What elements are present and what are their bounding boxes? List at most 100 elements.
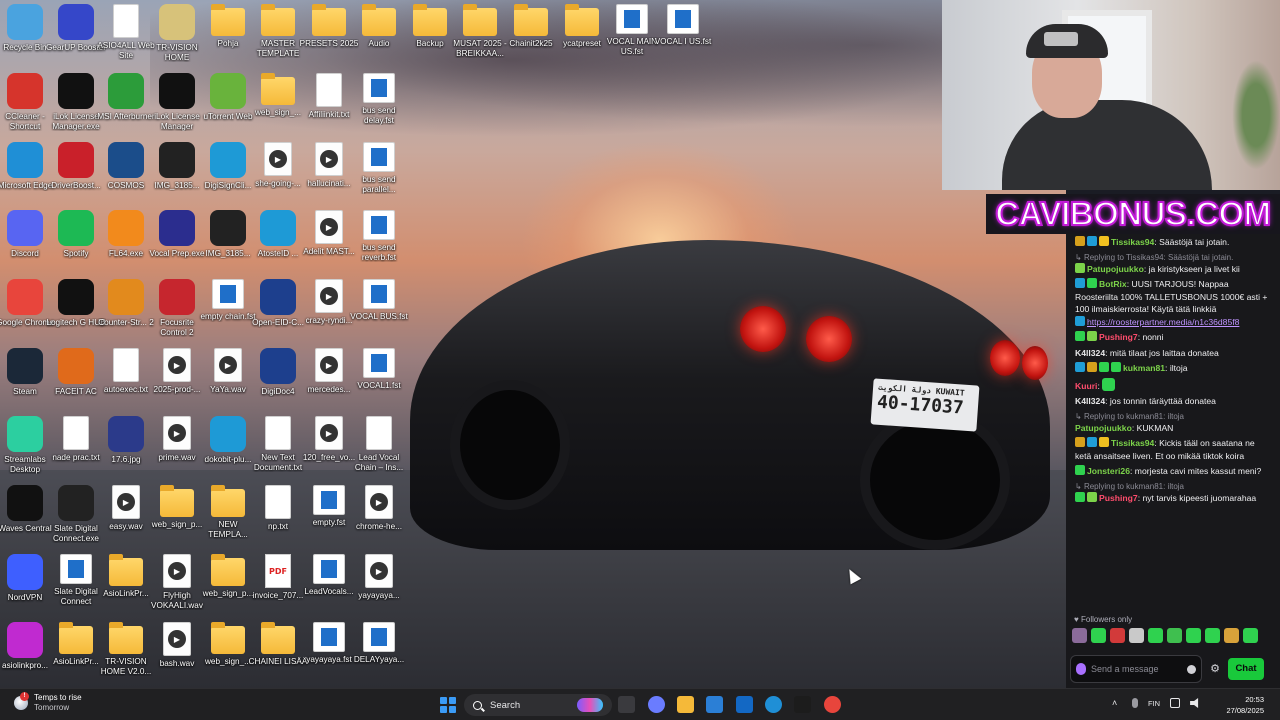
desktop-icon[interactable]: Discord [0, 210, 51, 259]
desktop-icon[interactable]: VOCAL I US.fst [655, 4, 711, 47]
desktop-icon[interactable]: dokobit-plu... [202, 416, 254, 465]
desktop-icon[interactable]: GearUP Booster [46, 4, 106, 53]
desktop-icon[interactable]: Recycle Bin [0, 4, 51, 53]
desktop-icon[interactable]: ▶ prime.wav [151, 416, 203, 463]
desktop-icon[interactable]: Logitech G HUB [46, 279, 106, 328]
emote-icon[interactable] [1129, 628, 1144, 643]
desktop-icon[interactable]: DigiDoc4 [252, 348, 304, 397]
desktop-icon[interactable]: CHAINEI LISÄÄ [249, 622, 307, 667]
desktop-icon[interactable]: ▶ chrome-he... [353, 485, 405, 532]
desktop-icon[interactable]: Lead Vocal Chain – Ins... [353, 416, 405, 472]
desktop-icon[interactable]: yayayaya.fst [303, 622, 355, 665]
desktop-icon[interactable]: ▶ 120_free_vo... [303, 416, 355, 463]
emote-icon[interactable] [1243, 628, 1258, 643]
chat-username[interactable]: BotRix [1099, 279, 1127, 289]
desktop-icon[interactable]: Affiliinkit.txt [303, 73, 355, 120]
taskbar-clock[interactable]: 20:53 27/08/2025 [1216, 694, 1264, 716]
chat-username[interactable]: Tissikas94 [1111, 438, 1154, 448]
desktop-icon[interactable]: ASIO4ALL Web Site [97, 4, 155, 60]
chat-username[interactable]: Pushing7 [1099, 332, 1138, 342]
desktop-icon[interactable]: DigiSignCli... [202, 142, 254, 191]
desktop-icon[interactable]: DELAYyaya... [353, 622, 405, 665]
tray-microphone-icon[interactable] [1132, 698, 1138, 708]
desktop-icon[interactable]: Counter-Str... 2 [98, 279, 154, 328]
emote-icon[interactable] [1205, 628, 1220, 643]
desktop-icon[interactable]: Steam [0, 348, 51, 397]
chat-message-input[interactable]: Send a message [1070, 655, 1202, 683]
desktop-icon[interactable]: Focusrite Control 2 [151, 279, 203, 337]
desktop-icon[interactable]: web_sign_p... [202, 554, 254, 599]
desktop-icon[interactable]: 17.6.jpg [100, 416, 152, 465]
desktop-icon[interactable]: Waves Central [0, 485, 52, 534]
desktop-icon[interactable]: bus send parallel... [353, 142, 405, 194]
desktop-icon[interactable]: VOCAL MAIN US.fst [606, 4, 658, 56]
tray-chevron-up-icon[interactable]: ˄ [1112, 698, 1122, 708]
desktop-icon[interactable]: VOCAL BUS.fst [350, 279, 408, 322]
desktop-icon[interactable]: Streamlabs Desktop [0, 416, 51, 474]
desktop-icon[interactable]: Vocal Prep.exe [149, 210, 205, 259]
input-language-indicator[interactable]: FIN [1148, 699, 1160, 708]
desktop-icon[interactable]: ▶ 2025-prod-... [151, 348, 203, 395]
desktop-icon[interactable]: CCleaner - Shortcut [0, 73, 51, 131]
chat-send-button[interactable]: Chat [1228, 658, 1264, 680]
chat-username[interactable]: kukman81 [1123, 363, 1165, 373]
taskbar-search-box[interactable]: Search [464, 694, 612, 716]
desktop-icon[interactable]: ▶ bash.wav [151, 622, 203, 669]
desktop-icon[interactable]: bus send reverb.fst [353, 210, 405, 262]
desktop-icon[interactable]: Audio [353, 4, 405, 49]
emote-icon[interactable] [1148, 628, 1163, 643]
emote-icon[interactable] [1186, 628, 1201, 643]
desktop-icon[interactable]: ▶ hallucinati... [303, 142, 355, 189]
desktop-icon[interactable]: asiolinkpro... [0, 622, 51, 671]
chat-username[interactable]: Tissikas94 [1111, 237, 1154, 247]
desktop-icon[interactable]: ▶ yayayaya... [353, 554, 405, 601]
desktop-icon[interactable]: Slate Digital Connect.exe [50, 485, 102, 543]
desktop-icon[interactable]: VOCAL1.fst [353, 348, 405, 391]
chat-username[interactable]: K4ll324 [1075, 348, 1105, 358]
desktop-icon[interactable]: AsioLinkPr... [100, 554, 152, 599]
desktop-icon[interactable]: TR-VISION HOME V2.0... [100, 622, 152, 676]
desktop-icon[interactable]: web_sign_p... [151, 485, 203, 530]
emote-icon[interactable] [1224, 628, 1239, 643]
desktop-icon[interactable]: autoexec.txt [100, 348, 152, 395]
weather-widget[interactable]: ! Temps to rise Tomorrow [14, 692, 82, 713]
desktop-icon[interactable]: DriverBoost... [50, 142, 102, 191]
desktop-icon[interactable]: nade prac.txt [50, 416, 102, 463]
copilot-icon[interactable] [648, 696, 665, 713]
outlook-icon[interactable] [736, 696, 753, 713]
emote-icon[interactable] [1110, 628, 1125, 643]
desktop-icon[interactable]: MASTER TEMPLATE [252, 4, 304, 58]
desktop-icon[interactable]: Microsoft Edge [0, 142, 52, 191]
desktop-icon[interactable]: PRESETS 2025 [300, 4, 358, 49]
emote-icon[interactable] [1091, 628, 1106, 643]
chat-username[interactable]: Patupojuukko [1075, 423, 1132, 433]
desktop-icon[interactable]: Google Chrome [0, 279, 54, 328]
desktop-icon[interactable]: web_sign_... [252, 73, 304, 118]
desktop-icon[interactable]: AtosteID ... [252, 210, 304, 259]
tray-network-icon[interactable] [1170, 698, 1181, 708]
desktop-icon[interactable]: iLok License Manager.exe [50, 73, 102, 131]
chat-username[interactable]: Jonsteri26 [1087, 466, 1130, 476]
desktop-icon[interactable]: ▶ she-going-... [252, 142, 304, 189]
desktop-icon[interactable]: ▶ YaYa.wav [202, 348, 254, 395]
desktop-icon[interactable]: AsioLinkPr... [50, 622, 102, 667]
desktop-icon[interactable]: FACEIT AC [50, 348, 102, 397]
emote-icon[interactable] [1072, 628, 1087, 643]
microsoft-store-icon[interactable] [706, 696, 723, 713]
desktop-icon[interactable]: PDF invoice_707... [252, 554, 304, 601]
chat-username[interactable]: K4ll324 [1075, 396, 1105, 406]
desktop-icon[interactable]: Slate Digital Connect [50, 554, 102, 606]
desktop-icon[interactable]: ▶ Adelit MAST... [303, 210, 355, 257]
desktop-icon[interactable]: Backup [404, 4, 456, 49]
desktop-icon[interactable]: Chainit2k25 [505, 4, 557, 49]
desktop-icon[interactable]: bus send delay.fst [353, 73, 405, 125]
desktop-icon[interactable]: empty chain.fst [200, 279, 256, 322]
desktop-icon[interactable]: IMG_3185... [202, 210, 254, 259]
desktop-icon[interactable]: NordVPN [0, 554, 51, 603]
desktop-icon[interactable]: MUSAT 2025 - BREIKKAA... [453, 4, 507, 58]
desktop-icon[interactable]: ycatpreset [556, 4, 608, 49]
chat-message-link[interactable]: https://roosterpartner.media/n1c36d85f8 [1087, 317, 1239, 327]
desktop-icon[interactable]: ▶ FlyHigh VOKAALI.wav [151, 554, 203, 610]
desktop-icon[interactable]: Spotify [50, 210, 102, 259]
chat-username[interactable]: Pushing7 [1099, 493, 1138, 503]
